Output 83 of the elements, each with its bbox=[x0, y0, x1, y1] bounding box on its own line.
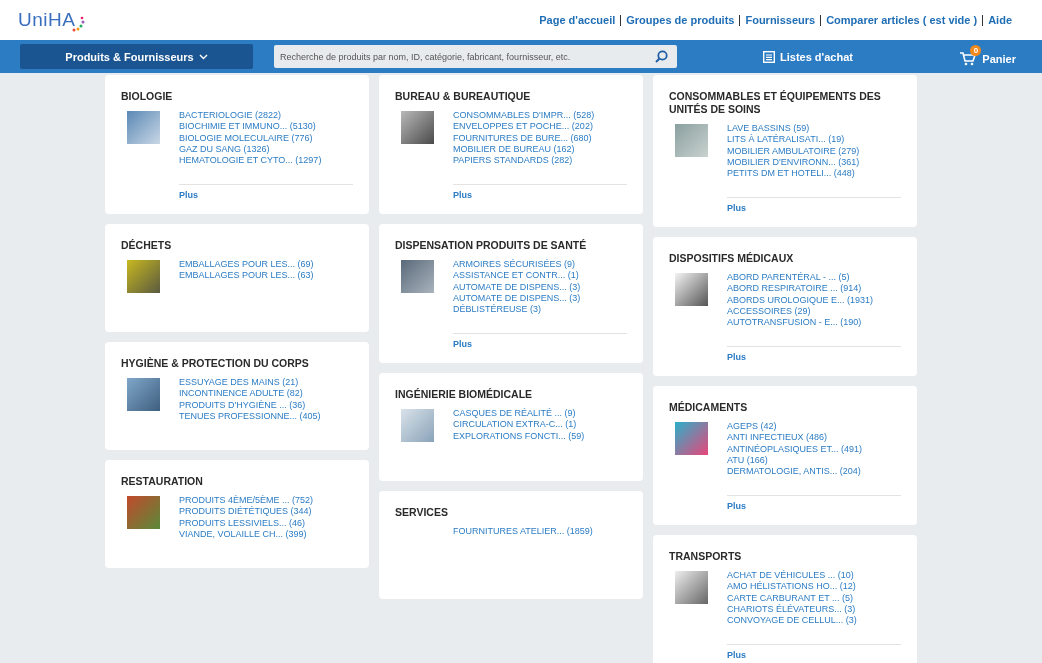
subcategory-link[interactable]: ANTINÉOPLASIQUES ET... (491) bbox=[727, 443, 863, 454]
subcategory-link[interactable]: CARTE CARBURANT ET ... (5) bbox=[727, 592, 854, 603]
more-link[interactable]: Plus bbox=[727, 197, 901, 213]
products-menu-button[interactable]: Produits & Fournisseurs bbox=[20, 44, 253, 69]
more-link[interactable]: Plus bbox=[453, 333, 627, 349]
list-icon bbox=[763, 50, 775, 63]
subcategory-link[interactable]: TENUES PROFESSIONNE... (405) bbox=[179, 410, 321, 421]
category-title[interactable]: RESTAURATION bbox=[121, 475, 353, 488]
subcategory-link[interactable]: BIOLOGIE MOLECULAIRE (776) bbox=[179, 132, 313, 143]
subcategory-link[interactable]: ARMOIRES SÉCURISÉES (9) bbox=[453, 259, 576, 269]
subcategory-link[interactable]: ANTI INFECTIEUX (486) bbox=[727, 432, 827, 443]
subcategory-link[interactable]: FOURNITURES ATELIER... (1859) bbox=[453, 526, 593, 536]
subcategory-link[interactable]: GAZ DU SANG (1326) bbox=[179, 143, 270, 154]
subcategory-link[interactable]: CASQUES DE RÉALITÉ ... (9) bbox=[453, 408, 576, 418]
subcategory-link[interactable]: DÉBLISTÉREUSE (3) bbox=[453, 304, 542, 315]
subcategory-link[interactable]: ACHAT DE VÉHICULES ... (10) bbox=[727, 570, 854, 580]
subcategory-link[interactable]: ABORD RESPIRATOIRE ... (914) bbox=[727, 283, 862, 294]
subcategory-link[interactable]: AMO HÉLISTATIONS HO... (12) bbox=[727, 581, 856, 592]
subcategory-link[interactable]: INCONTINENCE ADULTE (82) bbox=[179, 388, 303, 399]
category-title[interactable]: DISPENSATION PRODUITS DE SANTÉ bbox=[395, 239, 627, 252]
subcategory-link[interactable]: MOBILIER D'ENVIRONN... (361) bbox=[727, 156, 860, 167]
header-link[interactable]: Aide bbox=[988, 14, 1012, 26]
subcategory-link[interactable]: MOBILIER AMBULATOIRE (279) bbox=[727, 145, 860, 156]
subcategory-link[interactable]: BIOCHIMIE ET IMMUNO... (5130) bbox=[179, 121, 316, 132]
subcategory-link[interactable]: CONVOYAGE DE CELLUL... (3) bbox=[727, 615, 857, 626]
subcategory-link[interactable]: DERMATOLOGIE, ANTIS... (204) bbox=[727, 466, 861, 477]
shopping-lists-link[interactable]: Listes d'achat bbox=[757, 49, 859, 64]
subcategory-link[interactable]: HEMATOLOGIE ET CYTO... (1297) bbox=[179, 155, 322, 166]
subcategory-link[interactable]: VIANDE, VOLAILLE CH... (399) bbox=[179, 528, 307, 539]
cart-button[interactable]: 0 Panier bbox=[958, 45, 1018, 68]
subcategory-link[interactable]: LITS À LATÉRALISATI... (19) bbox=[727, 134, 845, 145]
category-title[interactable]: DISPOSITIFS MÉDICAUX bbox=[669, 252, 901, 265]
cart-count-badge: 0 bbox=[970, 45, 982, 56]
more-link[interactable]: Plus bbox=[727, 346, 901, 362]
category-title[interactable]: SERVICES bbox=[395, 506, 627, 519]
subcategory-link[interactable]: PRODUITS D'HYGIÈNE ... (36) bbox=[179, 399, 306, 410]
more-link[interactable]: Plus bbox=[727, 495, 901, 511]
category-title[interactable]: BUREAU & BUREAUTIQUE bbox=[395, 90, 627, 103]
subcategory-link[interactable]: FOURNITURES DE BURE... (680) bbox=[453, 132, 592, 143]
subcategory-link[interactable]: AUTOTRANSFUSION - E... (190) bbox=[727, 317, 862, 328]
header-link[interactable]: Fournisseurs bbox=[745, 14, 816, 26]
subcategory-link[interactable]: PETITS DM ET HOTELI... (448) bbox=[727, 168, 855, 179]
subcategory-link[interactable]: AGEPS (42) bbox=[727, 421, 777, 431]
category-title[interactable]: TRANSPORTS bbox=[669, 550, 901, 563]
subcategory-link[interactable]: ATU (166) bbox=[727, 454, 768, 465]
subcategory-link[interactable]: PRODUITS DIÉTÉTIQUES (344) bbox=[179, 506, 312, 517]
subcategory-link[interactable]: ASSISTANCE ET CONTR... (1) bbox=[453, 270, 579, 281]
more-link[interactable]: Plus bbox=[727, 644, 901, 660]
subcategory-link[interactable]: PRODUITS LESSIVIELS... (46) bbox=[179, 517, 306, 528]
logo-text[interactable]: UniHA bbox=[18, 9, 76, 31]
subcategory-link[interactable]: AUTOMATE DE DISPENS... (3) bbox=[453, 281, 581, 292]
category-title[interactable]: DÉCHETS bbox=[121, 239, 353, 252]
subcategory-link[interactable]: ESSUYAGE DES MAINS (21) bbox=[179, 377, 299, 387]
subcategory-link[interactable]: CONSOMMABLES D'IMPR... (528) bbox=[453, 110, 595, 120]
header-link[interactable]: Groupes de produits bbox=[626, 14, 735, 26]
subcategory-link[interactable]: EMBALLAGES POUR LES... (69) bbox=[179, 259, 314, 269]
search-field[interactable]: Recherche de produits par nom, ID, catégorie, fabricant, fournisseur, etc. bbox=[274, 45, 677, 68]
category-title[interactable]: MÉDICAMENTS bbox=[669, 401, 901, 414]
subcategory-link[interactable]: LAVE BASSINS (59) bbox=[727, 123, 810, 133]
category-title[interactable]: BIOLOGIE bbox=[121, 90, 353, 103]
subcategory-link[interactable]: PAPIERS STANDARDS (282) bbox=[453, 155, 573, 166]
header-link[interactable]: Page d'accueil bbox=[539, 14, 616, 26]
search-icon[interactable] bbox=[655, 50, 668, 63]
subcategory-link[interactable]: CHARIOTS ÉLÉVATEURS... (3) bbox=[727, 603, 856, 614]
more-link[interactable]: Plus bbox=[179, 184, 353, 200]
category-title[interactable]: HYGIÈNE & PROTECTION DU CORPS bbox=[121, 357, 353, 370]
header-link[interactable]: Comparer articles ( est vide ) bbox=[826, 14, 978, 26]
subcategory-link[interactable]: AUTOMATE DE DISPENS... (3) bbox=[453, 292, 581, 303]
subcategory-link[interactable]: ACCESSOIRES (29) bbox=[727, 305, 811, 316]
subcategory-link[interactable]: BACTERIOLOGIE (2822) bbox=[179, 110, 282, 120]
category-title[interactable]: INGÉNIERIE BIOMÉDICALE bbox=[395, 388, 627, 401]
chevron-down-icon bbox=[198, 53, 208, 60]
subcategory-link[interactable]: ABORD PARENTÉRAL - ... (5) bbox=[727, 272, 850, 282]
subcategory-link[interactable]: ABORDS UROLOGIQUE E... (1931) bbox=[727, 294, 874, 305]
subcategory-link[interactable]: EXPLORATIONS FONCTI... (59) bbox=[453, 430, 585, 441]
subcategory-link[interactable]: ENVELOPPES ET POCHE... (202) bbox=[453, 121, 593, 132]
more-link[interactable]: Plus bbox=[453, 184, 627, 200]
subcategory-link[interactable]: MOBILIER DE BUREAU (162) bbox=[453, 143, 575, 154]
subcategory-link[interactable]: CIRCULATION EXTRA-C... (1) bbox=[453, 419, 577, 430]
cart-icon bbox=[960, 52, 977, 66]
subcategory-link[interactable]: EMBALLAGES POUR LES... (63) bbox=[179, 270, 314, 281]
category-title[interactable]: CONSOMMABLES ET ÉQUIPEMENTS DES UNITÉS DE SOINS bbox=[669, 90, 901, 116]
subcategory-link[interactable]: PRODUITS 4ÈME/5ÈME ... (752) bbox=[179, 495, 314, 505]
